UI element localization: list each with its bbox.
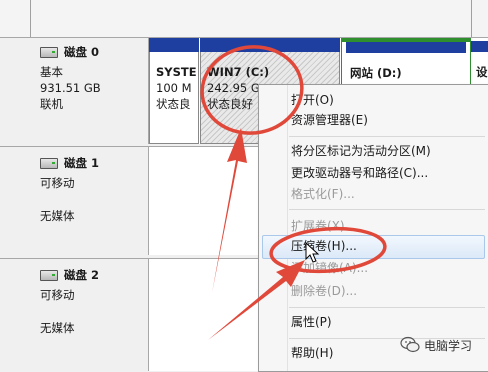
wechat-icon	[400, 336, 420, 353]
disk-status: 无媒体	[40, 321, 75, 335]
partition-size: 100 M	[156, 81, 192, 95]
menu-item-properties[interactable]: 属性(P)	[291, 312, 332, 332]
partition-body: SYSTE 100 M 状态良	[149, 52, 199, 144]
partition-bar	[346, 42, 466, 53]
partition-name: 网站 (D:)	[350, 66, 402, 80]
partition-bar	[149, 38, 199, 52]
disk-icon	[40, 270, 58, 281]
menu-item-explorer[interactable]: 资源管理器(E)	[291, 110, 368, 130]
previous-pane-strip	[0, 0, 488, 37]
watermark-text: 电脑学习	[424, 339, 473, 353]
menu-item-shrink-volume[interactable]: 压缩卷(H)...	[291, 236, 357, 256]
partition-name: 设	[476, 65, 488, 79]
context-menu[interactable]: 打开(O) 资源管理器(E) 将分区标记为活动分区(M) 更改驱动器号和路径(C…	[258, 84, 488, 372]
disk-icon	[40, 47, 58, 58]
disk-1-label[interactable]: 磁盘 1 可移动 无媒体	[0, 147, 149, 255]
partition-status: 状态良	[156, 97, 191, 111]
disk-2-label[interactable]: 磁盘 2 可移动 无媒体	[0, 259, 149, 371]
menu-gutter	[287, 85, 288, 371]
menu-separator	[289, 136, 485, 137]
column-divider	[30, 0, 31, 37]
menu-item-delete-volume[interactable]: 删除卷(D)...	[291, 281, 357, 301]
menu-separator	[289, 209, 485, 210]
menu-item-extend-volume[interactable]: 扩展卷(X)...	[291, 216, 356, 236]
disk-title: 磁盘 2	[64, 268, 100, 282]
disk-type: 可移动	[40, 176, 75, 190]
disk-type: 基本	[40, 65, 63, 79]
menu-separator	[289, 307, 485, 308]
menu-item-change-drive-letter[interactable]: 更改驱动器号和路径(C)...	[291, 163, 428, 183]
disk-title: 磁盘 0	[64, 45, 100, 59]
partition-bar	[471, 41, 488, 52]
partition-bar	[200, 38, 340, 52]
partition-size: 242.95 G	[207, 81, 260, 95]
watermark: 电脑学习	[398, 333, 488, 359]
menu-item-help[interactable]: 帮助(H)	[291, 343, 333, 363]
disk-status: 联机	[40, 97, 63, 111]
partition-name: WIN7 (C:)	[207, 65, 270, 79]
disk-icon	[40, 158, 58, 169]
menu-item-open[interactable]: 打开(O)	[291, 90, 334, 110]
partition-system[interactable]: SYSTE 100 M 状态良	[149, 38, 199, 144]
partition-status: 状态良好	[207, 97, 253, 111]
disk-status: 无媒体	[40, 209, 75, 223]
disk-title: 磁盘 1	[64, 156, 100, 170]
menu-item-mark-active[interactable]: 将分区标记为活动分区(M)	[291, 141, 431, 161]
menu-item-format[interactable]: 格式化(F)...	[291, 184, 355, 204]
disk-0-label[interactable]: 磁盘 0 基本 931.51 GB 联机	[0, 38, 149, 144]
column-divider	[471, 0, 472, 37]
partition-name: SYSTE	[156, 65, 197, 79]
disk-size: 931.51 GB	[40, 81, 101, 95]
disk-type: 可移动	[40, 288, 75, 302]
menu-item-add-mirror[interactable]: 添加镜像(A)...	[291, 258, 368, 278]
